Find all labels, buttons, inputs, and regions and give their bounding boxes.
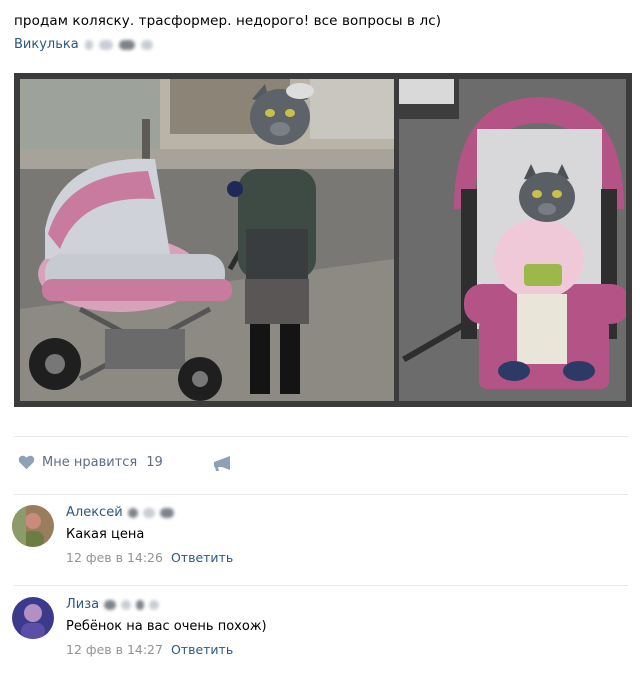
blurred-emoji [136, 599, 145, 610]
megaphone-icon[interactable] [212, 456, 234, 472]
avatar[interactable] [12, 597, 54, 639]
comment-text: Ребёнок на вас очень похож) [66, 619, 267, 634]
divider [14, 436, 628, 437]
blurred-emoji [159, 507, 174, 518]
avatar-image [12, 505, 54, 547]
divider [14, 585, 628, 586]
reply-button[interactable]: Ответить [171, 550, 233, 565]
blurred-emoji [104, 599, 117, 610]
post-text: продам коляску. трасформер. недорого! вс… [14, 13, 442, 29]
blurred-emoji [142, 507, 155, 518]
comment-meta: 12 фев в 14:27 Ответить [66, 642, 233, 657]
comment-text: Какая цена [66, 527, 145, 542]
comment-author-name[interactable]: Алексей [66, 505, 123, 520]
blurred-emoji [84, 39, 93, 50]
blurred-emoji [121, 599, 132, 610]
blurred-emoji [98, 39, 113, 50]
like-label: Мне нравится [42, 455, 138, 470]
like-count: 19 [146, 455, 163, 470]
comment-author-row: Алексей [66, 505, 174, 520]
avatar-image [12, 597, 54, 639]
blurred-emoji [149, 599, 160, 610]
like-button[interactable]: Мне нравится 19 [18, 455, 163, 470]
reply-button[interactable]: Ответить [171, 642, 233, 657]
post-author-row: Викулька [14, 37, 153, 52]
photo-baby-in-stroller[interactable] [399, 79, 626, 401]
comment-meta: 12 фев в 14:26 Ответить [66, 550, 233, 565]
heart-icon [18, 455, 35, 470]
comment: Лиза Ребёнок на вас очень похож) 12 фев … [12, 597, 622, 667]
comment-date[interactable]: 12 фев в 14:26 [66, 550, 163, 565]
blurred-emoji [127, 507, 138, 518]
comment: Алексей Какая цена 12 фев в 14:26 Ответи… [12, 505, 622, 575]
blurred-emoji [140, 39, 153, 50]
comment-author-row: Лиза [66, 597, 160, 612]
photo-left-illustration [20, 79, 394, 401]
photo-right-illustration [399, 79, 626, 401]
post-photos [14, 73, 632, 407]
blurred-emoji [118, 39, 135, 50]
divider [14, 494, 628, 495]
avatar[interactable] [12, 505, 54, 547]
photo-woman-with-stroller[interactable] [20, 79, 394, 401]
comment-date[interactable]: 12 фев в 14:27 [66, 642, 163, 657]
comment-author-name[interactable]: Лиза [66, 597, 99, 612]
post-author-name[interactable]: Викулька [14, 37, 79, 52]
